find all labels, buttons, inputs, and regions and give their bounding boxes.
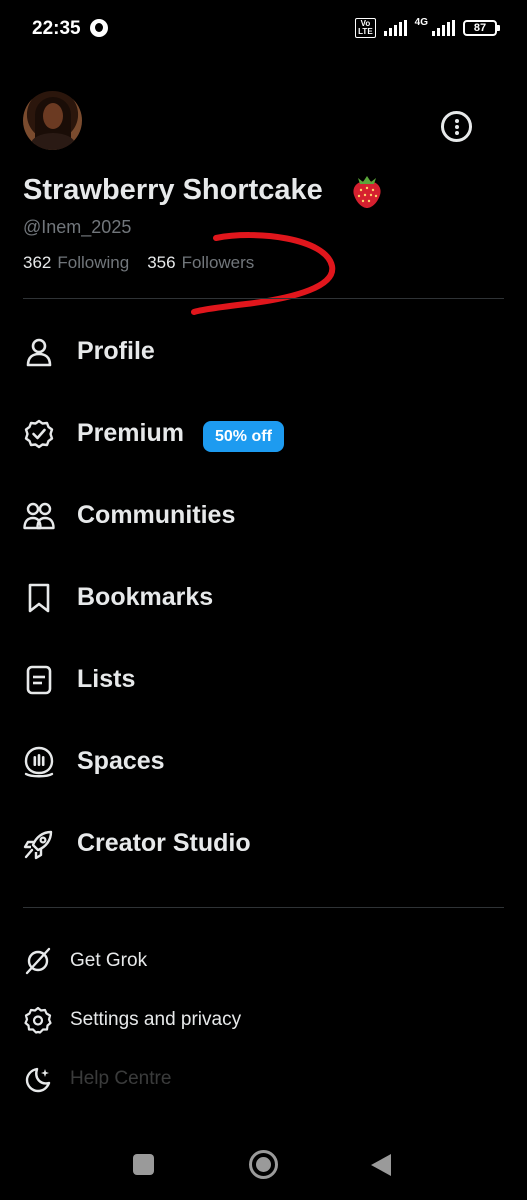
menu-item-help-centre[interactable]: Help Centre [0,1056,527,1100]
followers-count[interactable]: 356 [147,253,175,273]
more-options-icon[interactable] [441,111,472,142]
divider [23,907,504,908]
avatar[interactable] [23,91,82,150]
menu-label: Lists [77,665,136,693]
menu-item-settings[interactable]: Settings and privacy [0,997,527,1041]
back-button[interactable] [371,1154,391,1176]
system-nav-bar [0,1130,527,1200]
person-icon [26,338,52,367]
menu-item-profile[interactable]: Profile [0,321,527,381]
strawberry-emoji [353,176,381,208]
network-type: 4G [414,17,428,28]
home-button[interactable] [249,1150,278,1179]
battery-icon: 87 [463,20,500,36]
following-count[interactable]: 362 [23,253,51,273]
menu-label: Communities [77,501,236,529]
menu-label: Premium [77,419,184,447]
people-icon [23,502,55,530]
status-time: 22:35 [32,18,81,39]
status-indicators: Vo LTE 4G 87 [355,17,500,38]
red-annotation-scribble [191,232,336,315]
signal-icon [383,20,407,36]
menu-label: Spaces [77,747,165,775]
grok-icon [25,947,51,975]
menu-label: Help Centre [70,1068,172,1089]
recent-apps-button[interactable] [133,1154,154,1175]
display-name: Strawberry Shortcake [23,174,323,206]
menu-item-communities[interactable]: Communities [0,485,527,545]
following-label[interactable]: Following [57,253,129,273]
menu-label: Creator Studio [77,829,251,857]
menu-item-bookmarks[interactable]: Bookmarks [0,567,527,627]
menu-item-premium[interactable]: Premium 50% off [0,403,527,463]
user-handle: @Inem_2025 [23,217,132,237]
discount-badge: 50% off [203,421,284,452]
status-bar: 22:35 Vo LTE 4G 87 [0,0,527,56]
menu-item-creator-studio[interactable]: Creator Studio [0,813,527,873]
menu-item-get-grok[interactable]: Get Grok [0,938,527,982]
menu-label: Bookmarks [77,583,214,611]
signal-icon-2 [432,20,455,36]
volte-icon: Vo LTE [355,18,376,38]
spaces-icon [24,746,54,778]
menu-label: Profile [77,337,155,365]
verified-badge-icon [24,419,54,449]
menu-item-spaces[interactable]: Spaces [0,731,527,791]
divider [23,298,504,299]
gear-icon [24,1006,52,1034]
app-notification-icon [90,19,108,37]
moon-icon [25,1067,51,1093]
bookmark-icon [28,583,50,613]
menu-label: Get Grok [70,950,148,971]
menu-label: Settings and privacy [70,1009,242,1030]
list-icon [26,665,52,695]
rocket-icon [23,830,53,860]
menu-item-lists[interactable]: Lists [0,649,527,709]
